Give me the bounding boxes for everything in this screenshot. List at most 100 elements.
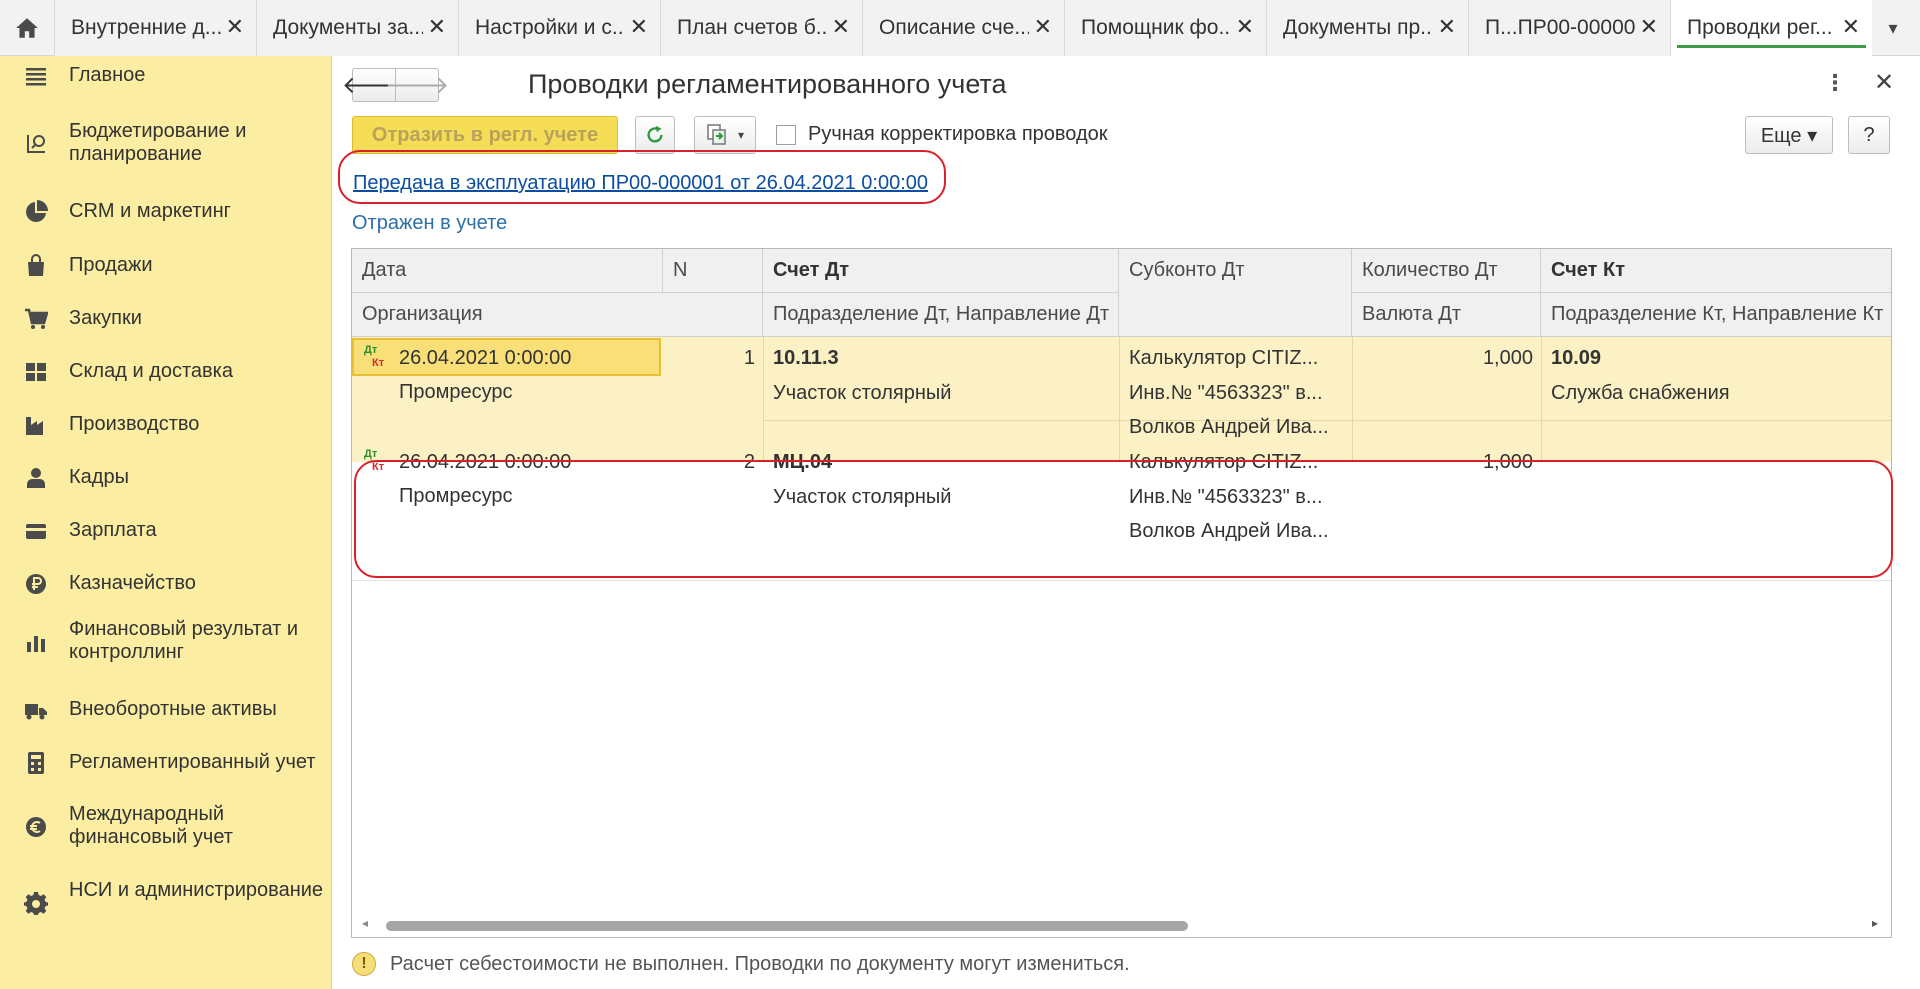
column-header-subconto-dt[interactable]: Субконто Дт (1119, 249, 1352, 337)
sidebar-item-crm[interactable]: CRM и маркетинг (0, 196, 332, 228)
sidebar-item-sales[interactable]: Продажи (0, 250, 332, 282)
horizontal-scrollbar[interactable]: ◂ ▸ (352, 913, 1891, 937)
post-to-accounting-button[interactable]: Отразить в регл. учете (352, 116, 618, 154)
posting-type-icon: Дт Кт (364, 448, 385, 473)
sidebar-item-label: CRM и маркетинг (69, 200, 231, 222)
tabs-dropdown-icon[interactable]: ▾ (1866, 0, 1920, 56)
sidebar-item-admin[interactable]: НСИ и администрирование (0, 879, 332, 927)
cell-organization: Промресурс (399, 381, 513, 403)
sidebar: Главное Бюджетирование и планирование CR… (0, 56, 332, 989)
refresh-button[interactable] (635, 116, 675, 154)
tab-2[interactable]: Настройки и с... ✕ (458, 0, 660, 56)
close-icon[interactable]: ✕ (832, 16, 850, 38)
tab-3[interactable]: План счетов б... ✕ (660, 0, 862, 56)
close-icon[interactable]: ✕ (1236, 16, 1254, 38)
cell-date: 26.04.2021 0:00:00 (399, 347, 572, 369)
tab-8-active[interactable]: Проводки рег... ✕ (1670, 0, 1872, 56)
menu-icon (22, 62, 50, 90)
close-icon[interactable]: ✕ (1842, 16, 1860, 38)
column-header-organization[interactable]: Организация (352, 293, 763, 337)
close-icon[interactable]: ✕ (630, 16, 648, 38)
sidebar-item-budgeting[interactable]: Бюджетирование и планирование (0, 120, 332, 168)
sidebar-item-label: Кадры (69, 466, 129, 488)
arrow-right-icon: 🡒 (384, 72, 450, 99)
cell-subconto-1: Калькулятор CITIZ... (1129, 451, 1319, 473)
page-title: Проводки регламентированного учета (528, 69, 1007, 99)
more-button[interactable]: Еще ▾ (1745, 116, 1833, 154)
tab-label: Помощник фо... (1081, 16, 1231, 39)
tab-label: Документы пр... (1283, 16, 1433, 39)
pie-chart-icon (22, 198, 50, 226)
person-icon (22, 464, 50, 492)
scroll-right-icon[interactable]: ▸ (1872, 916, 1878, 930)
sidebar-item-fixed-assets[interactable]: Внеоборотные активы (0, 694, 332, 726)
tab-label: План счетов б... (677, 16, 827, 39)
document-link[interactable]: Передача в эксплуатацию ПР00-000001 от 2… (353, 172, 928, 195)
copy-movements-button[interactable]: ▾ (694, 116, 756, 154)
cart-icon (22, 305, 50, 333)
main-content: 🡐 🡒 Проводки регламентированного учета ⋮… (332, 56, 1920, 989)
shopping-bag-icon (22, 252, 50, 280)
close-form-icon[interactable]: ✕ (1874, 68, 1894, 97)
ruble-icon (22, 570, 50, 598)
sidebar-item-warehouse[interactable]: Склад и доставка (0, 356, 332, 388)
more-options-icon[interactable]: ⋮ (1824, 70, 1846, 96)
tab-5[interactable]: Помощник фо... ✕ (1064, 0, 1266, 56)
sidebar-item-label: Закупки (69, 307, 142, 329)
column-header-account-kt[interactable]: Счет Кт (1541, 249, 1891, 293)
cell-qty-dt: 1,000 (1482, 451, 1533, 473)
column-header-qty-dt[interactable]: Количество Дт (1352, 249, 1541, 293)
cell-subconto-2: Инв.№ "4563323" в... (1129, 486, 1323, 508)
column-header-date[interactable]: Дата (352, 249, 663, 293)
open-tabs: Внутренние д... ✕ Документы за... ✕ Настро… (54, 0, 1872, 56)
tab-0[interactable]: Внутренние д... ✕ (54, 0, 256, 56)
close-icon[interactable]: ✕ (428, 16, 446, 38)
refresh-icon (647, 125, 663, 143)
sidebar-item-label: Регламентированный учет (69, 751, 316, 773)
tab-1[interactable]: Документы за... ✕ (256, 0, 458, 56)
sidebar-item-main[interactable]: Главное (0, 56, 332, 96)
column-header-currency-dt[interactable]: Валюта Дт (1352, 293, 1541, 337)
sidebar-item-regulated-accounting[interactable]: Регламентированный учет (0, 747, 332, 779)
scroll-left-icon[interactable]: ◂ (362, 916, 368, 930)
sidebar-item-hr[interactable]: Кадры (0, 462, 332, 494)
posting-type-icon: Дт Кт (364, 344, 385, 369)
column-header-account-dt[interactable]: Счет Дт (763, 249, 1119, 293)
tab-6[interactable]: Документы пр... ✕ (1266, 0, 1468, 56)
sidebar-item-salary[interactable]: Зарплата (0, 515, 332, 547)
close-icon[interactable]: ✕ (1640, 16, 1658, 38)
bar-chart-icon (22, 628, 50, 656)
column-header-division-dt[interactable]: Подразделение Дт, Направление Дт (763, 293, 1119, 337)
sidebar-item-financial-result[interactable]: Финансовый результат и контроллинг (0, 618, 332, 666)
scrollbar-thumb[interactable] (386, 921, 1188, 931)
sidebar-item-treasury[interactable]: Казначейство (0, 568, 332, 600)
close-icon[interactable]: ✕ (226, 16, 244, 38)
sidebar-item-purchases[interactable]: Закупки (0, 303, 332, 335)
tab-label: Проводки рег... (1687, 16, 1833, 39)
column-header-n[interactable]: N (663, 249, 763, 293)
tab-label: Описание сче... (879, 16, 1029, 39)
home-icon (16, 18, 38, 38)
tab-label: П...ПР00-000001 (1485, 16, 1635, 39)
cell-n: 2 (743, 451, 755, 473)
sidebar-item-label: Склад и доставка (69, 360, 233, 382)
close-icon[interactable]: ✕ (1034, 16, 1052, 38)
tab-7[interactable]: П...ПР00-000001 ✕ (1468, 0, 1670, 56)
table-row-2[interactable] (352, 462, 1891, 581)
euro-icon (22, 813, 50, 841)
home-button[interactable] (0, 0, 54, 56)
help-button[interactable]: ? (1848, 116, 1890, 154)
wallet-icon (22, 517, 50, 545)
manual-adjustment-checkbox[interactable] (776, 125, 796, 145)
tab-4[interactable]: Описание сче... ✕ (862, 0, 1064, 56)
forward-button[interactable]: 🡒 (385, 68, 449, 102)
gear-icon (22, 889, 50, 917)
cell-division-dt: Участок столярный (773, 382, 952, 404)
sidebar-item-production[interactable]: Производство (0, 409, 332, 441)
calculator-icon (22, 749, 50, 777)
cell-account-dt: 10.11.3 (773, 347, 839, 369)
truck-icon (22, 696, 50, 724)
sidebar-item-ifrs[interactable]: Международный финансовый учет (0, 803, 332, 851)
column-header-division-kt[interactable]: Подразделение Кт, Направление Кт (1541, 293, 1891, 337)
close-icon[interactable]: ✕ (1438, 16, 1456, 38)
